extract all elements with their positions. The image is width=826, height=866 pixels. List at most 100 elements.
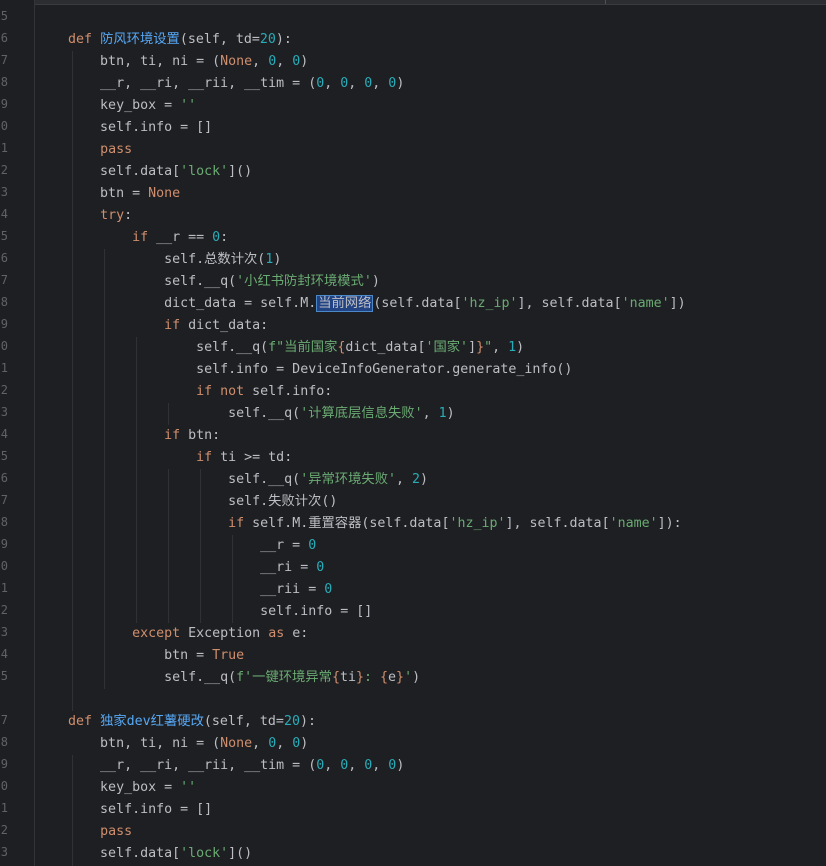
code-line[interactable]: except Exception as e:: [36, 623, 308, 645]
code-token: ,: [372, 76, 389, 91]
line-number: 8: [0, 735, 8, 749]
line-number: 6: [0, 251, 8, 265]
code-line[interactable]: btn = True: [36, 645, 244, 667]
line-number: 4: [0, 647, 8, 661]
code-line[interactable]: key_box = '': [36, 95, 196, 117]
code-token: ): [446, 406, 455, 421]
line-number: 4: [0, 427, 8, 441]
code-line[interactable]: if self.M.重置容器(self.data['hz_ip'], self.…: [36, 513, 682, 535]
code-token: 0: [212, 230, 221, 245]
code-token: btn =: [68, 186, 149, 201]
code-line[interactable]: self.data['lock'](): [36, 843, 252, 865]
code-token: 0: [268, 736, 277, 751]
code-line[interactable]: key_box = '': [36, 777, 196, 799]
code-line[interactable]: btn, ti, ni = (None, 0, 0): [36, 51, 308, 73]
code-token: ](): [228, 164, 253, 179]
code-line[interactable]: self.info = DeviceInfoGenerator.generate…: [36, 359, 572, 381]
code-token: 20: [259, 32, 276, 47]
code-token: ": [484, 340, 493, 355]
code-token: }: [476, 340, 485, 355]
code-token: self.data[: [68, 164, 181, 179]
code-line[interactable]: self.总数计次(1): [36, 249, 281, 271]
code-line[interactable]: self.失败计次(): [36, 491, 337, 513]
code-line[interactable]: if ti >= td:: [36, 447, 292, 469]
code-line[interactable]: def 防风环境设置(self, td=20):: [36, 29, 292, 51]
line-number: 5: [0, 669, 8, 683]
code-line[interactable]: __ri = 0: [36, 557, 324, 579]
code-line[interactable]: __rii = 0: [36, 579, 332, 601]
code-token: 防风环境设置: [100, 32, 180, 47]
code-token: ': [404, 670, 413, 685]
code-line[interactable]: btn, ti, ni = (None, 0, 0): [36, 733, 308, 755]
code-line[interactable]: self.info = []: [36, 799, 212, 821]
code-token: 'name': [609, 516, 658, 531]
code-token: try: [100, 208, 125, 223]
code-token: def: [68, 714, 101, 729]
code-token: ]):: [657, 516, 682, 531]
code-token: key_box =: [68, 780, 181, 795]
code-token: dict_data[: [345, 340, 426, 355]
code-line[interactable]: try:: [36, 205, 132, 227]
code-token: 0: [268, 54, 277, 69]
code-token: pass: [100, 824, 133, 839]
code-line[interactable]: self.__q('异常环境失败', 2): [36, 469, 428, 491]
code-token: '': [180, 98, 197, 113]
code-line[interactable]: if not self.info:: [36, 381, 332, 403]
code-token: ,: [252, 54, 269, 69]
code-token: ti: [339, 670, 356, 685]
code-token: True: [212, 648, 245, 663]
code-line[interactable]: [36, 7, 68, 29]
code-line[interactable]: self.data['lock'](): [36, 161, 252, 183]
code-token: e:: [284, 626, 309, 641]
code-token: 0: [308, 538, 317, 553]
line-number: 2: [0, 603, 8, 617]
line-number: 8: [0, 75, 8, 89]
code-line[interactable]: dict_data = self.M. 当前网络 (self.data['hz_ip…: [36, 293, 686, 315]
code-token: 'lock': [180, 846, 229, 861]
code-editor[interactable]: 5 6 7 8 9 0 1 2 3 4 5 6 7 8 9 0 1 2 3 4 5 6 7 8 9 0 1 2 3 4 5 7 8 9 0 1 2 3 d…: [0, 0, 826, 866]
code-token: pass: [100, 142, 133, 157]
code-line[interactable]: self.__q('小红书防封环境模式'): [36, 271, 380, 293]
code-token: {: [380, 670, 389, 685]
code-token: btn, ti, ni = (: [68, 54, 221, 69]
line-number: 9: [0, 317, 8, 331]
code-line[interactable]: [36, 689, 68, 711]
code-token: ): [300, 736, 309, 751]
code-line[interactable]: self.__q(f'一键环境异常{ti}: {e}'): [36, 667, 420, 689]
line-number: 0: [0, 339, 8, 353]
code-line[interactable]: __r, __ri, __rii, __tim = (0, 0, 0, 0): [36, 755, 404, 777]
code-line[interactable]: if btn:: [36, 425, 220, 447]
code-line[interactable]: __r = 0: [36, 535, 316, 557]
code-line[interactable]: pass: [36, 821, 132, 843]
line-number: 8: [0, 515, 8, 529]
line-number: 2: [0, 163, 8, 177]
code-line[interactable]: __r, __ri, __rii, __tim = (0, 0, 0, 0): [36, 73, 404, 95]
code-token: dict_data = self.M.: [68, 296, 317, 311]
code-token: self.info:: [244, 384, 333, 399]
line-number: 3: [0, 845, 8, 859]
code-line[interactable]: if __r == 0:: [36, 227, 228, 249]
code-token: ): [396, 758, 405, 773]
code-line[interactable]: def 独家dev红薯硬改(self, td=20):: [36, 711, 316, 733]
code-line[interactable]: self.__q('计算底层信息失败', 1): [36, 403, 455, 425]
code-token: ,: [348, 76, 365, 91]
code-token: def: [68, 32, 101, 47]
code-line[interactable]: if dict_data:: [36, 315, 268, 337]
code-line[interactable]: self.info = []: [36, 601, 372, 623]
line-number: 7: [0, 713, 8, 727]
code-line[interactable]: pass: [36, 139, 132, 161]
code-line[interactable]: self.__q(f"当前国家{dict_data['国家']}", 1): [36, 337, 524, 359]
selected-token: 当前网络: [316, 295, 374, 312]
line-number: 1: [0, 801, 8, 815]
code-line[interactable]: self.info = []: [36, 117, 212, 139]
code-line[interactable]: btn = None: [36, 183, 180, 205]
line-number: 7: [0, 53, 8, 67]
line-number: 0: [0, 119, 8, 133]
code-token: {: [331, 670, 340, 685]
code-token: 'hz_ip': [449, 516, 506, 531]
line-number-gutter[interactable]: 5 6 7 8 9 0 1 2 3 4 5 6 7 8 9 0 1 2 3 4 5 6 7 8 9 0 1 2 3 4 5 7 8 9 0 1 2 3: [0, 0, 35, 866]
line-number: 9: [0, 97, 8, 111]
